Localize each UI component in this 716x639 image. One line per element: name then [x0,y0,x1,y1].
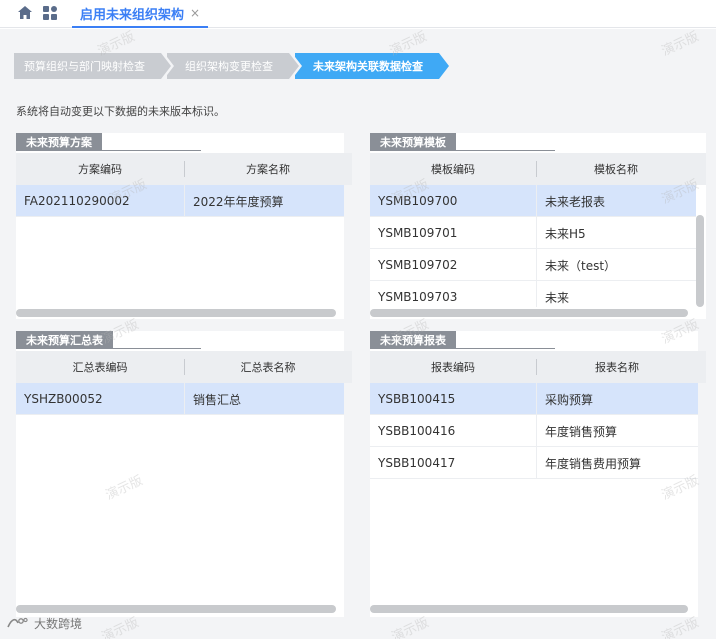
table-body: YSMB109700 未来老报表 YSMB109701 未来H5 YSMB109… [370,185,696,307]
column-header[interactable]: 报表编码 [370,351,536,383]
watermark: 演示版 [659,29,702,60]
cell-code: YSBB100416 [378,424,456,438]
column-header[interactable]: 报表名称 [536,351,698,383]
horizontal-scrollbar[interactable] [16,605,336,613]
table-row[interactable]: YSMB109703 未来 [370,281,696,307]
cell-name: 未来（test） [536,249,696,281]
step-org-change-check[interactable]: 组织架构变更检查 [167,53,302,79]
tab-label: 启用未来组织架构 [80,7,185,23]
home-icon[interactable] [16,4,34,22]
table-header: 方案编码 方案名称 [16,153,352,185]
brand-name: 大数跨境 [34,616,83,631]
cell-name: 年度销售预算 [536,415,698,447]
table-row[interactable]: YSBB100417 年度销售费用预算 [370,447,698,479]
cell-name: 年度销售费用预算 [536,447,698,479]
panel-title: 未来预算模板 [370,133,456,151]
brand-logo-icon [7,617,28,628]
panel-title: 未来预算汇总表 [16,331,113,349]
panel-future-summary: 未来预算汇总表 汇总表编码 汇总表名称 YSHZB00052 销售汇总 [16,331,352,617]
tab-enable-future-org[interactable]: 启用未来组织架构 × [72,0,209,28]
main-content: 预算组织与部门映射检查 组织架构变更检查 未来架构关联数据检查 系统将自动变更以… [0,29,716,639]
cell-code: FA202110290002 [24,194,130,208]
panel-future-scheme: 未来预算方案 方案编码 方案名称 FA202110290002 2022年年度预… [16,133,352,319]
top-tab-bar: 启用未来组织架构 × [0,0,716,28]
step-label: 组织架构变更检查 [185,60,273,73]
cell-code: YSMB109702 [378,258,458,272]
cell-name: 未来老报表 [536,185,696,217]
vertical-scrollbar[interactable] [696,215,704,307]
cell-code: YSHZB00052 [24,392,103,406]
column-header[interactable]: 汇总表名称 [184,351,352,383]
cell-name: 采购预算 [536,383,698,415]
close-icon[interactable]: × [190,6,200,20]
panel-future-report: 未来预算报表 报表编码 报表名称 YSBB100415 采购预算 YSBB100… [370,331,706,617]
cell-name: 未来 [536,281,696,307]
table-body: YSHZB00052 销售汇总 [16,383,344,415]
horizontal-scrollbar[interactable] [370,605,688,613]
step-progress: 预算组织与部门映射检查 组织架构变更检查 未来架构关联数据检查 [14,53,452,79]
apps-icon[interactable] [42,5,58,21]
table-row[interactable]: YSMB109700 未来老报表 [370,185,696,217]
step-label: 预算组织与部门映射检查 [24,60,145,73]
horizontal-scrollbar[interactable] [370,309,688,317]
table-body: FA202110290002 2022年年度预算 [16,185,344,217]
step-label: 未来架构关联数据检查 [313,60,423,73]
table-body: YSBB100415 采购预算 YSBB100416 年度销售预算 YSBB10… [370,383,698,479]
column-header[interactable]: 方案编码 [16,153,184,185]
table-header: 报表编码 报表名称 [370,351,706,383]
panel-future-template: 未来预算模板 模板编码 模板名称 YSMB109700 未来老报表 YSMB10… [370,133,706,319]
horizontal-scrollbar[interactable] [16,309,336,317]
cell-code: YSBB100415 [378,392,456,406]
step-future-data-check[interactable]: 未来架构关联数据检查 [295,53,452,79]
column-header[interactable]: 方案名称 [184,153,352,185]
column-header[interactable]: 汇总表编码 [16,351,184,383]
cell-code: YSMB109700 [378,194,458,208]
table-row[interactable]: YSHZB00052 销售汇总 [16,383,344,415]
table-row[interactable]: YSMB109701 未来H5 [370,217,696,249]
footer-brand: 大数跨境 [6,614,82,632]
table-row[interactable]: FA202110290002 2022年年度预算 [16,185,344,217]
step-org-dept-mapping-check[interactable]: 预算组织与部门映射检查 [14,53,174,79]
table-row[interactable]: YSBB100416 年度销售预算 [370,415,698,447]
panel-title: 未来预算方案 [16,133,102,151]
cell-name: 销售汇总 [184,383,344,415]
table-row[interactable]: YSBB100415 采购预算 [370,383,698,415]
column-header[interactable]: 模板编码 [370,153,536,185]
notice-text: 系统将自动变更以下数据的未来版本标识。 [16,105,225,118]
cell-name: 2022年年度预算 [184,185,344,217]
cell-code: YSMB109701 [378,226,458,240]
cell-name: 未来H5 [536,217,696,249]
table-row[interactable]: YSMB109702 未来（test） [370,249,696,281]
column-header[interactable]: 模板名称 [536,153,696,185]
cell-code: YSMB109703 [378,290,458,304]
cell-code: YSBB100417 [378,456,456,470]
table-header: 汇总表编码 汇总表名称 [16,351,352,383]
panel-title: 未来预算报表 [370,331,456,349]
table-header: 模板编码 模板名称 [370,153,706,185]
